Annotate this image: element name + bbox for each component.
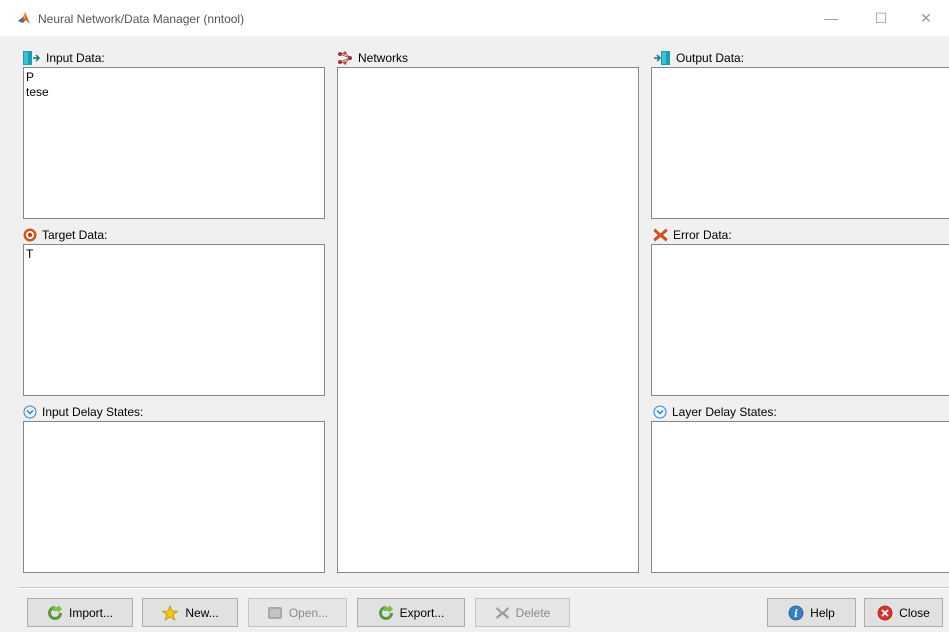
svg-text:i: i: [794, 609, 798, 620]
chevron-down-circle-icon: [653, 405, 667, 419]
output-data-header: Output Data:: [653, 50, 744, 66]
close-icon: [877, 605, 893, 620]
delete-button[interactable]: Delete: [475, 598, 570, 627]
networks-label: Networks: [358, 51, 409, 65]
import-icon: [47, 604, 62, 620]
input-data-icon: [23, 51, 41, 65]
target-data-list[interactable]: T: [23, 244, 325, 396]
matlab-icon: [18, 12, 30, 24]
network-icon: [338, 51, 352, 65]
close-button[interactable]: Close: [864, 598, 943, 627]
help-button-label: Help: [810, 605, 835, 620]
list-item[interactable]: P: [25, 70, 323, 85]
output-data-label: Output Data:: [676, 51, 745, 65]
target-icon: [23, 228, 37, 242]
info-icon: i: [788, 605, 804, 620]
title-bar: Neural Network/Data Manager (nntool) — ☐…: [0, 0, 949, 36]
list-item[interactable]: T: [25, 247, 323, 262]
error-data-list[interactable]: [651, 244, 949, 396]
export-button-label: Export...: [399, 605, 445, 620]
maximize-button[interactable]: ☐: [869, 8, 893, 28]
input-data-header: Input Data:: [23, 50, 105, 66]
help-button[interactable]: i Help: [767, 598, 856, 627]
open-button-label: Open...: [288, 605, 329, 620]
error-data-header: Error Data:: [653, 227, 732, 243]
target-data-header: Target Data:: [23, 227, 107, 243]
output-data-list[interactable]: [651, 67, 949, 219]
error-data-label: Error Data:: [673, 228, 732, 242]
chevron-down-circle-icon: [23, 405, 37, 419]
delete-button-label: Delete: [515, 605, 551, 620]
input-delay-states-label: Input Delay States:: [42, 405, 144, 419]
networks-header: Networks: [337, 50, 408, 66]
open-icon: [267, 606, 282, 619]
input-data-label: Input Data:: [46, 51, 105, 65]
separator-highlight: [18, 588, 949, 589]
layer-delay-states-label: Layer Delay States:: [672, 405, 777, 419]
close-button-label: Close: [899, 605, 930, 620]
new-button-label: New...: [185, 605, 219, 620]
target-data-label: Target Data:: [42, 228, 108, 242]
error-x-icon: [653, 228, 668, 242]
import-button-label: Import...: [68, 605, 113, 620]
input-data-list[interactable]: P tese: [23, 67, 325, 219]
export-button[interactable]: Export...: [357, 598, 465, 627]
export-icon: [378, 604, 393, 620]
delete-x-icon: [495, 606, 509, 619]
import-button[interactable]: Import...: [27, 598, 133, 627]
output-data-icon: [654, 51, 670, 65]
networks-list[interactable]: [337, 67, 639, 573]
new-button[interactable]: New...: [142, 598, 238, 627]
minimize-button[interactable]: —: [819, 8, 843, 28]
star-icon: [161, 604, 179, 621]
layer-delay-states-header: Layer Delay States:: [653, 404, 777, 420]
close-window-button[interactable]: ✕: [914, 8, 938, 28]
input-delay-states-list[interactable]: [23, 421, 325, 573]
input-delay-states-header: Input Delay States:: [23, 404, 143, 420]
open-button[interactable]: Open...: [248, 598, 347, 627]
layer-delay-states-list[interactable]: [651, 421, 949, 573]
list-item[interactable]: tese: [25, 85, 323, 100]
window-title: Neural Network/Data Manager (nntool): [38, 12, 245, 26]
